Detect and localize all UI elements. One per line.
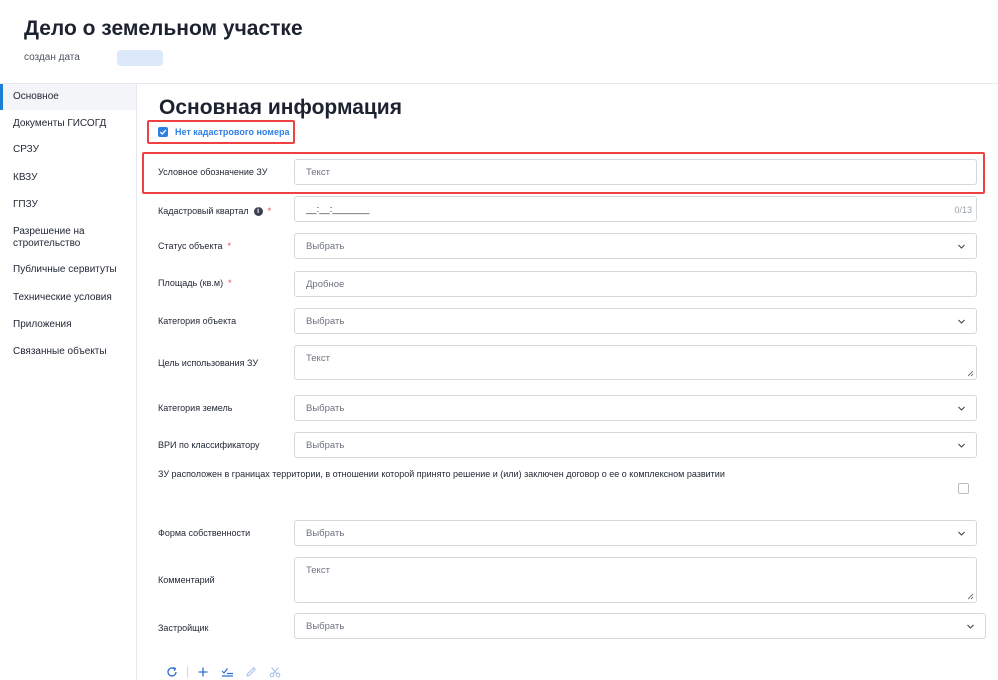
section-title: Основная информация [159, 96, 402, 119]
ownership-form-placeholder: Выбрать [306, 528, 345, 539]
object-category-label-text: Категория объекта [158, 316, 237, 326]
usage-purpose-textarea[interactable]: Текст [294, 345, 977, 380]
sidebar-item-gisogd-docs[interactable]: Документы ГИСОГД [0, 118, 136, 130]
object-category-placeholder: Выбрать [306, 316, 345, 327]
land-category-select[interactable]: Выбрать [294, 395, 977, 421]
chevron-down-icon[interactable] [957, 529, 966, 538]
object-status-select[interactable]: Выбрать [294, 233, 977, 259]
developer-select[interactable]: Выбрать [294, 613, 986, 639]
developer-placeholder: Выбрать [306, 621, 345, 632]
conditional-designation-label-text: Условное обозначение ЗУ [158, 167, 268, 177]
object-category-label: Категория объекта [158, 316, 236, 326]
page-header: Дело о земельном участке создан дата [0, 0, 998, 84]
land-category-placeholder: Выбрать [306, 403, 345, 414]
vri-classifier-label-text: ВРИ по классификатору [158, 440, 260, 450]
bottom-toolbar [165, 665, 292, 679]
chevron-down-icon[interactable] [966, 622, 975, 631]
land-category-label: Категория земель [158, 403, 232, 413]
vri-classifier-select[interactable]: Выбрать [294, 432, 977, 458]
sidebar-item-kvzu[interactable]: КВЗУ [0, 172, 136, 184]
resize-handle-icon[interactable] [966, 369, 974, 377]
comment-textarea[interactable]: Текст [294, 557, 977, 603]
plus-icon[interactable] [196, 665, 210, 679]
ownership-form-label-text: Форма собственности [158, 528, 251, 538]
main-content: Основная информация Нет кадастрового ном… [137, 84, 998, 680]
complex-development-label: ЗУ расположен в границах территории, в о… [158, 469, 725, 479]
resize-handle-icon[interactable] [966, 592, 974, 600]
area-label: Площадь (кв.м) * [158, 278, 232, 288]
area-placeholder: Дробное [306, 279, 345, 290]
object-status-label: Статус объекта * [158, 241, 231, 251]
chevron-down-icon[interactable] [957, 441, 966, 450]
conditional-designation-placeholder: Текст [306, 167, 330, 178]
sidebar: Основное Документы ГИСОГД СРЗУ КВЗУ ГПЗУ… [0, 84, 137, 680]
cadastral-quarter-label: Кадастровый квартал i * [158, 206, 271, 216]
conditional-designation-input[interactable]: Текст [294, 159, 977, 185]
sidebar-item-gpzu[interactable]: ГПЗУ [0, 199, 136, 211]
sidebar-item-public-easements[interactable]: Публичные сервитуты [0, 264, 136, 276]
chevron-down-icon[interactable] [957, 242, 966, 251]
usage-purpose-label-text: Цель использования ЗУ [158, 358, 259, 368]
pencil-icon[interactable] [244, 665, 258, 679]
no-cadastral-number-label: Нет кадастрового номера [175, 127, 290, 137]
chevron-down-icon[interactable] [957, 404, 966, 413]
comment-label: Комментарий [158, 575, 215, 585]
sidebar-item-main[interactable]: Основное [0, 84, 136, 110]
conditional-designation-label: Условное обозначение ЗУ [158, 167, 267, 177]
cadastral-quarter-input[interactable]: __:__:_______ 0/13 [294, 196, 977, 222]
refresh-icon[interactable] [165, 665, 179, 679]
required-mark: * [227, 241, 232, 251]
vri-classifier-placeholder: Выбрать [306, 440, 345, 451]
cadastral-quarter-label-text: Кадастровый квартал [158, 206, 249, 216]
created-date-label: создан дата [24, 52, 80, 63]
complex-development-checkbox[interactable] [958, 483, 969, 494]
sidebar-item-tech-conditions[interactable]: Технические условия [0, 292, 136, 304]
ownership-form-select[interactable]: Выбрать [294, 520, 977, 546]
object-category-select[interactable]: Выбрать [294, 308, 977, 334]
toolbar-separator [187, 666, 188, 678]
area-input[interactable]: Дробное [294, 271, 977, 297]
required-mark: * [267, 206, 272, 216]
checklist-icon[interactable] [220, 665, 234, 679]
area-label-text: Площадь (кв.м) [158, 278, 224, 288]
developer-label-text: Застройщик [158, 623, 209, 633]
comment-placeholder: Текст [306, 565, 330, 576]
no-cadastral-number-checkbox[interactable]: Нет кадастрового номера [158, 125, 289, 139]
created-date-value [117, 50, 163, 66]
vri-classifier-label: ВРИ по классификатору [158, 440, 259, 450]
usage-purpose-label: Цель использования ЗУ [158, 358, 258, 368]
scissors-icon[interactable] [268, 665, 282, 679]
char-counter: 0/13 [954, 205, 972, 215]
land-category-label-text: Категория земель [158, 403, 233, 413]
sidebar-item-building-permit[interactable]: Разрешение на строительство [0, 226, 110, 250]
comment-label-text: Комментарий [158, 575, 215, 585]
sidebar-item-srzu[interactable]: СРЗУ [0, 144, 136, 156]
info-icon[interactable]: i [253, 206, 263, 216]
checkbox-checked-icon[interactable] [158, 127, 168, 137]
sidebar-item-attachments[interactable]: Приложения [0, 319, 136, 331]
developer-label: Застройщик [158, 623, 208, 633]
chevron-down-icon[interactable] [957, 317, 966, 326]
sidebar-item-related-objects[interactable]: Связанные объекты [0, 346, 136, 358]
usage-purpose-placeholder: Текст [306, 353, 330, 364]
ownership-form-label: Форма собственности [158, 528, 250, 538]
object-status-label-text: Статус объекта [158, 241, 223, 251]
required-mark: * [228, 278, 232, 288]
page-title: Дело о земельном участке [24, 17, 303, 40]
object-status-placeholder: Выбрать [306, 241, 345, 252]
cadastral-quarter-mask: __:__:_______ [306, 204, 370, 215]
